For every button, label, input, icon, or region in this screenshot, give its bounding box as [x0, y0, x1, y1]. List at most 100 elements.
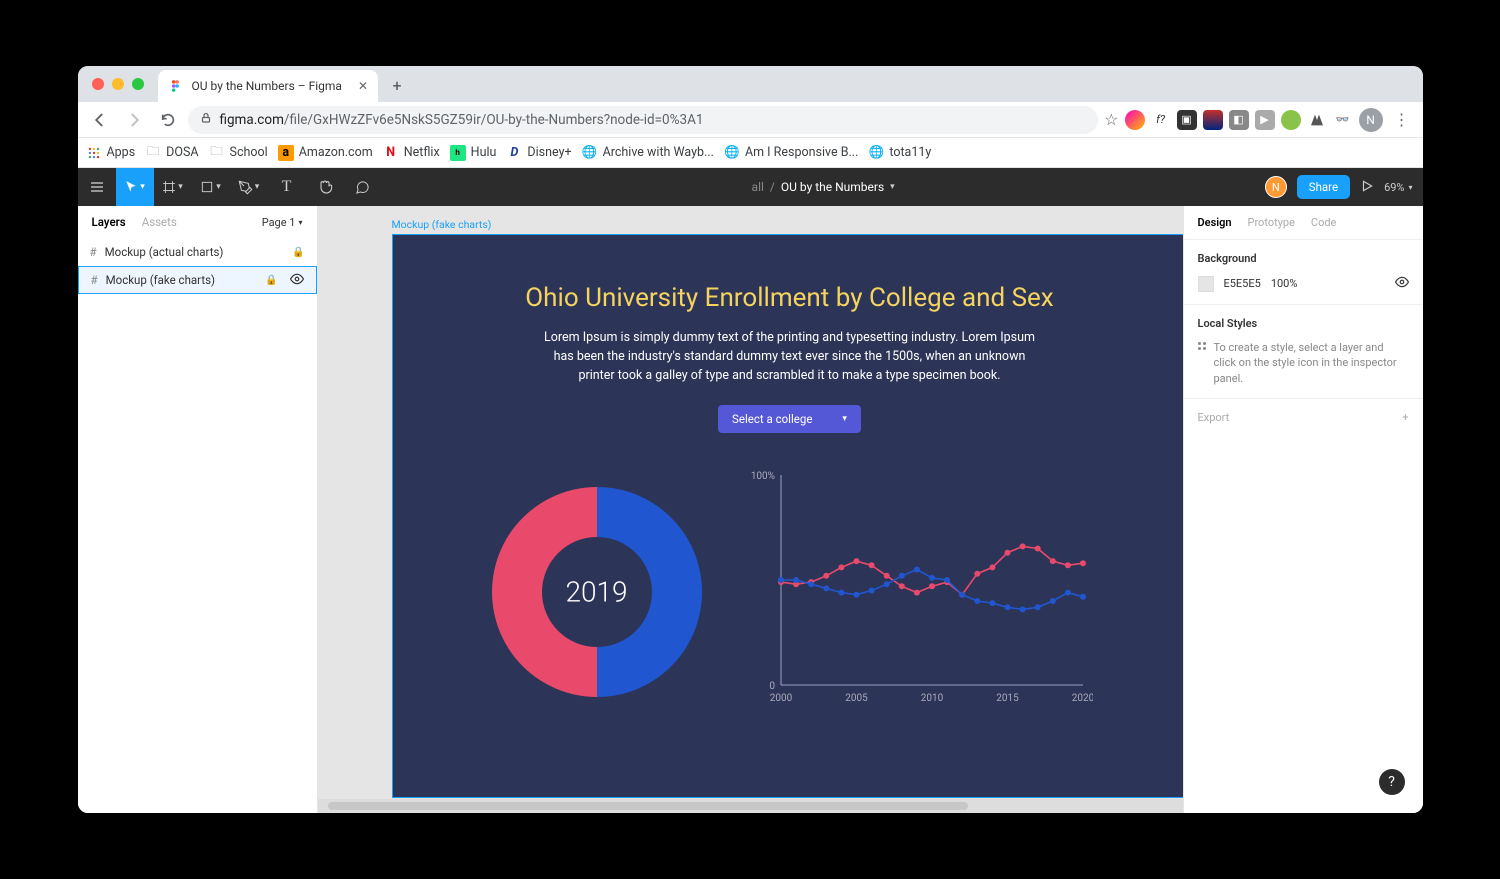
- export-title: Export: [1198, 411, 1230, 424]
- background-hex[interactable]: E5E5E5: [1224, 277, 1261, 290]
- toolbar-center: all / OU by the Numbers ▾: [382, 180, 1265, 194]
- bookmark-responsive[interactable]: 🌐Am I Responsive B...: [724, 145, 858, 161]
- maximize-window-dot[interactable]: [132, 78, 144, 90]
- export-section[interactable]: Export +: [1184, 399, 1423, 436]
- bookmark-dosa[interactable]: 🗀DOSA: [145, 145, 198, 161]
- ext-icon-4[interactable]: [1203, 110, 1223, 130]
- ext-icon-7[interactable]: [1281, 110, 1301, 130]
- url-bar[interactable]: figma.com/file/GxHWzZFv6e5NskS5GZ59ir/OU…: [188, 106, 1099, 134]
- layer-row[interactable]: # Mockup (actual charts) 🔒: [78, 238, 317, 266]
- layers-tab[interactable]: Layers: [92, 215, 126, 229]
- shape-tool-button[interactable]: ▾: [192, 168, 230, 206]
- lock-icon[interactable]: 🔒: [292, 247, 304, 258]
- frame-tool-button[interactable]: ▾: [154, 168, 192, 206]
- tab-title: OU by the Numbers – Figma: [192, 79, 342, 93]
- ext-icon-1[interactable]: [1125, 110, 1145, 130]
- college-dropdown[interactable]: Select a college ▾: [718, 405, 861, 433]
- main-menu-button[interactable]: [78, 168, 116, 206]
- eye-icon[interactable]: [1395, 275, 1409, 292]
- breadcrumb-root[interactable]: all: [752, 180, 764, 194]
- bookmark-school[interactable]: 🗀School: [209, 145, 268, 161]
- scrollbar-thumb[interactable]: [328, 802, 968, 810]
- page-selector[interactable]: Page 1▾: [262, 216, 303, 229]
- hand-tool-button[interactable]: [306, 168, 344, 206]
- ext-icon-8[interactable]: [1307, 110, 1327, 130]
- bookmark-netflix[interactable]: NNetflix: [383, 145, 440, 161]
- bookmarks-bar: Apps 🗀DOSA 🗀School aAmazon.com NNetflix …: [78, 138, 1423, 168]
- frame-label[interactable]: Mockup (fake charts): [392, 218, 492, 231]
- artboard-mockup-fake[interactable]: Ohio University Enrollment by College an…: [392, 234, 1183, 798]
- browser-menu-button[interactable]: ⋮: [1389, 110, 1415, 129]
- canvas-scrollbar-horizontal[interactable]: [318, 799, 1183, 813]
- eye-icon[interactable]: [290, 272, 304, 289]
- design-tab[interactable]: Design: [1198, 216, 1232, 229]
- extension-icons: f? ▣ ◧ ▶ 👓: [1125, 110, 1353, 130]
- share-button[interactable]: Share: [1297, 175, 1350, 199]
- background-swatch[interactable]: [1198, 276, 1214, 292]
- chevron-down-icon: ▾: [216, 182, 221, 192]
- ext-icon-2[interactable]: f?: [1151, 110, 1171, 130]
- minimize-window-dot[interactable]: [112, 78, 124, 90]
- toolbar-right: N Share 69% ▾: [1265, 175, 1423, 199]
- bookmark-hulu[interactable]: hHulu: [450, 145, 497, 161]
- donut-center-label: 2019: [565, 575, 627, 608]
- code-tab[interactable]: Code: [1311, 216, 1336, 229]
- bookmark-wayback[interactable]: 🌐Archive with Wayb...: [582, 145, 714, 161]
- mac-traffic-lights: [92, 78, 144, 90]
- lock-icon[interactable]: 🔒: [265, 275, 277, 286]
- figma-main: Layers Assets Page 1▾ # Mockup (actual c…: [78, 206, 1423, 813]
- background-section: Background E5E5E5 100%: [1184, 240, 1423, 305]
- svg-text:2000: 2000: [769, 693, 792, 704]
- profile-avatar[interactable]: N: [1359, 108, 1383, 132]
- svg-text:2010: 2010: [920, 693, 943, 704]
- zoom-control[interactable]: 69% ▾: [1384, 181, 1412, 194]
- figma-favicon: [168, 78, 184, 94]
- ext-icon-6[interactable]: ▶: [1255, 110, 1275, 130]
- nav-forward-button[interactable]: [120, 106, 148, 134]
- ext-icon-9[interactable]: 👓: [1333, 110, 1353, 130]
- tab-close-icon[interactable]: ✕: [358, 79, 368, 93]
- lock-icon: [200, 112, 212, 128]
- right-panel-tabs: Design Prototype Code: [1184, 206, 1423, 240]
- bookmark-disney[interactable]: DDisney+: [506, 145, 571, 161]
- pen-tool-button[interactable]: ▾: [230, 168, 268, 206]
- globe-icon: 🌐: [724, 145, 740, 161]
- comment-tool-button[interactable]: [344, 168, 382, 206]
- ext-icon-5[interactable]: ◧: [1229, 110, 1249, 130]
- layer-row[interactable]: # Mockup (fake charts) 🔒: [78, 266, 317, 294]
- apps-grid-icon: [86, 145, 102, 161]
- chevron-down-icon[interactable]: ▾: [890, 182, 895, 192]
- plus-icon[interactable]: +: [1402, 411, 1408, 424]
- background-row: E5E5E5 100%: [1198, 275, 1409, 292]
- zoom-value: 69%: [1384, 181, 1404, 194]
- prototype-tab[interactable]: Prototype: [1248, 216, 1295, 229]
- file-name[interactable]: OU by the Numbers: [781, 180, 884, 194]
- netflix-icon: N: [383, 145, 399, 161]
- frame-icon: #: [90, 245, 97, 259]
- assets-tab[interactable]: Assets: [142, 215, 177, 229]
- url-text: figma.com/file/GxHWzZFv6e5NskS5GZ59ir/OU…: [220, 112, 704, 128]
- local-styles-hint-row: To create a style, select a layer and cl…: [1198, 340, 1409, 386]
- left-panel-tabs: Layers Assets Page 1▾: [78, 206, 317, 238]
- background-opacity[interactable]: 100%: [1271, 277, 1298, 290]
- nav-back-button[interactable]: [86, 106, 114, 134]
- figma-canvas[interactable]: Mockup (fake charts) Mockup (a Ohio Univ…: [318, 206, 1183, 813]
- new-tab-button[interactable]: +: [384, 73, 410, 99]
- layers-panel: Layers Assets Page 1▾ # Mockup (actual c…: [78, 206, 318, 813]
- drag-handle-icon: [1198, 342, 1206, 386]
- present-button[interactable]: [1360, 179, 1374, 196]
- bookmark-apps[interactable]: Apps: [86, 145, 136, 161]
- text-tool-button[interactable]: T: [268, 168, 306, 206]
- bookmark-star-icon[interactable]: ☆: [1104, 110, 1118, 129]
- move-tool-button[interactable]: ▾: [116, 168, 154, 206]
- help-button[interactable]: ?: [1379, 769, 1405, 795]
- bookmark-amazon[interactable]: aAmazon.com: [278, 145, 373, 161]
- close-window-dot[interactable]: [92, 78, 104, 90]
- figma-toolbar: ▾ ▾ ▾ ▾ T all / OU by the Numbers ▾ N Sh…: [78, 168, 1423, 206]
- ext-icon-3[interactable]: ▣: [1177, 110, 1197, 130]
- collaborator-avatar[interactable]: N: [1265, 176, 1287, 198]
- browser-tab[interactable]: OU by the Numbers – Figma ✕: [158, 70, 379, 102]
- frame-icon: #: [91, 273, 98, 287]
- bookmark-tota11y[interactable]: 🌐tota11y: [868, 145, 931, 161]
- reload-button[interactable]: [154, 106, 182, 134]
